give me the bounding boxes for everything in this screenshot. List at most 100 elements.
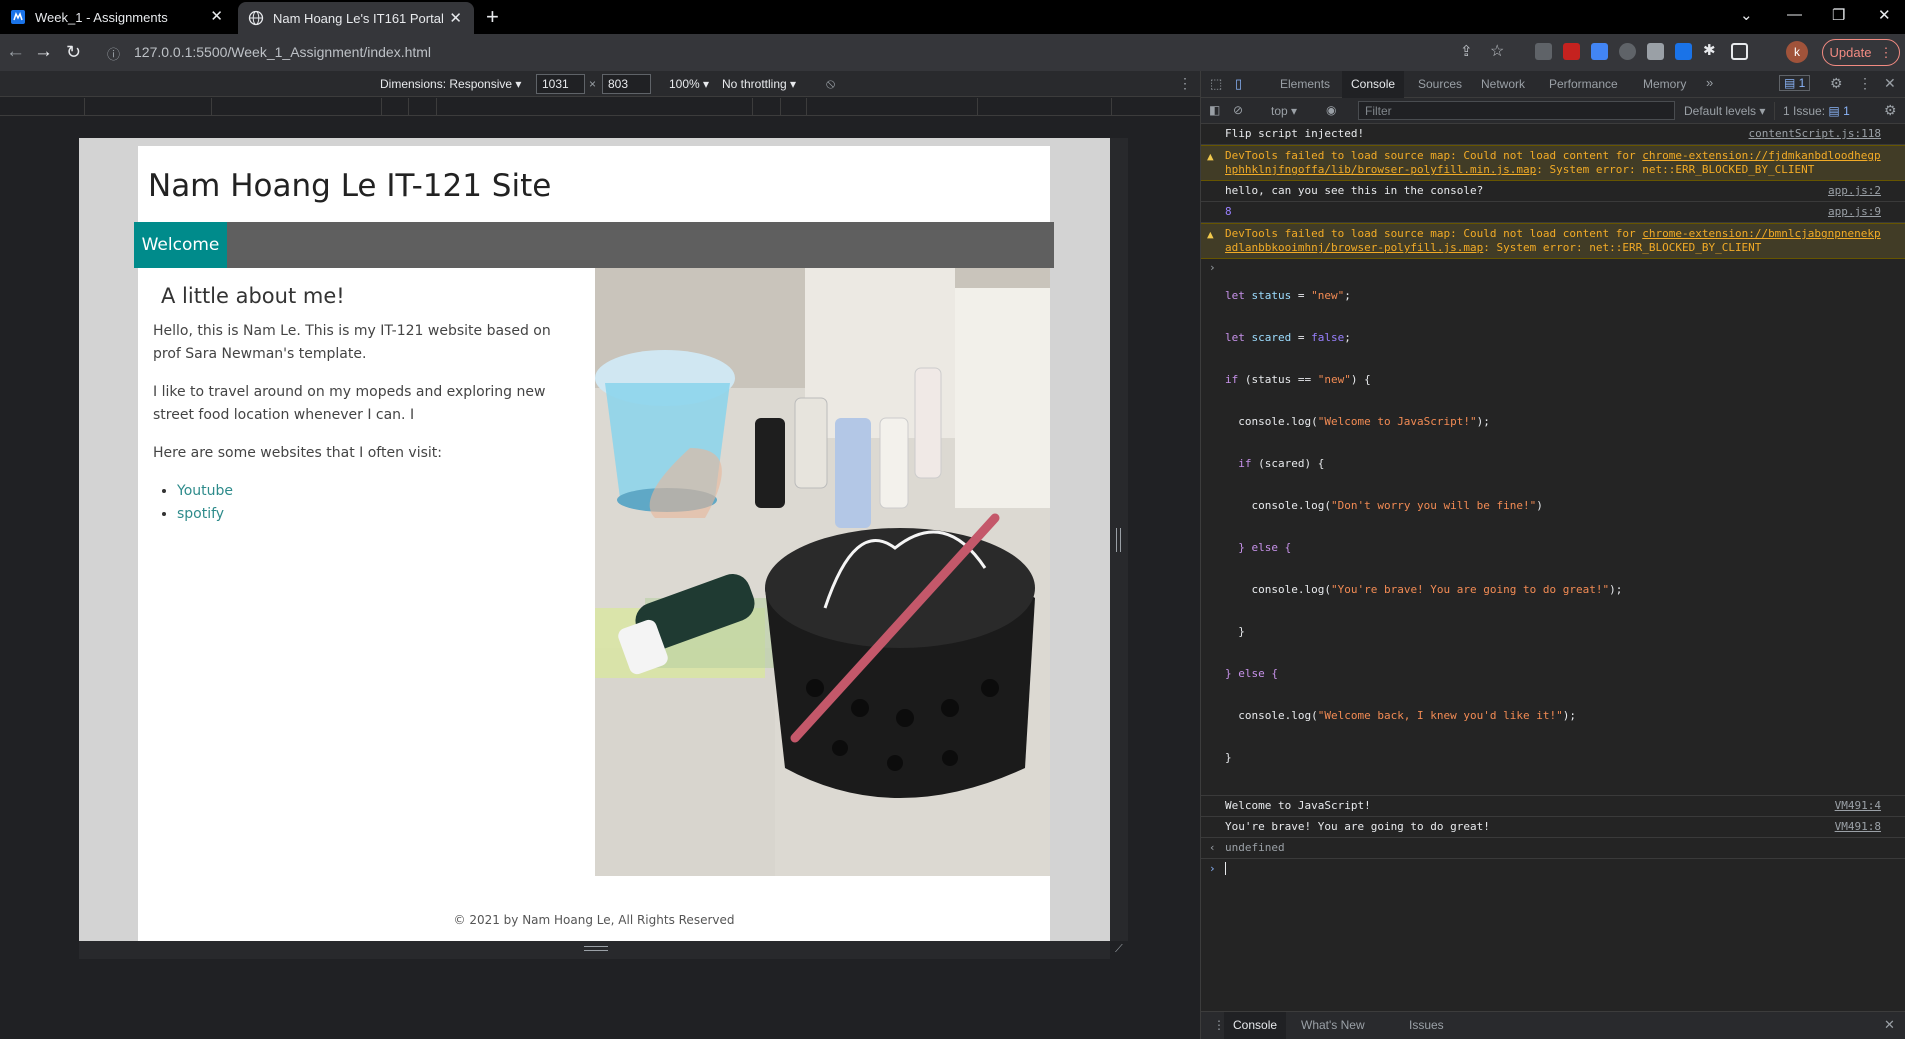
kebab-menu-icon: ⋮ — [1879, 44, 1893, 60]
issues-counter[interactable]: 1 Issue: ▤ 1 — [1774, 102, 1856, 120]
restore-icon[interactable]: ❐ — [1832, 6, 1845, 24]
link-spotify[interactable]: spotify — [177, 506, 224, 522]
tab-strip: Week_1 - Assignments ✕ Nam Hoang Le's IT… — [0, 0, 1905, 34]
update-button[interactable]: Update ⋮ — [1822, 39, 1900, 66]
resize-handle-icon[interactable] — [584, 946, 608, 951]
device-menu-icon[interactable]: ⋮ — [1178, 75, 1192, 92]
source-link[interactable]: app.js:9 — [1828, 205, 1881, 219]
share-icon[interactable]: ⇪ — [1460, 42, 1473, 60]
devtools-drawer: ⋮ Console What's New Issues ✕ — [1201, 1011, 1905, 1039]
close-tab-icon[interactable]: ✕ — [210, 9, 223, 25]
eye-icon[interactable]: ◉ — [1326, 103, 1336, 117]
about-paragraph-3: Here are some websites that I often visi… — [153, 445, 442, 461]
devtools-menu-icon[interactable]: ⋮ — [1858, 75, 1872, 92]
back-icon[interactable]: ← — [6, 41, 25, 63]
tab-sources[interactable]: Sources — [1418, 77, 1462, 91]
sidebar-toggle-icon[interactable]: ◧ — [1209, 103, 1220, 117]
console-message: Flip script injected! contentScript.js:1… — [1201, 124, 1905, 145]
close-devtools-icon[interactable]: ✕ — [1884, 75, 1896, 92]
console-message: You're brave! You are going to do great!… — [1201, 817, 1905, 838]
about-photo — [595, 268, 1050, 876]
device-toggle-icon[interactable]: ▯ — [1235, 76, 1242, 92]
list-item: Youtube — [177, 480, 583, 503]
tab-elements[interactable]: Elements — [1280, 77, 1330, 91]
source-link[interactable]: app.js:2 — [1828, 184, 1881, 198]
devtools-tab-bar: ⬚ ▯ Elements Console Sources Network Per… — [1201, 71, 1905, 98]
close-tab-icon[interactable]: ✕ — [449, 11, 462, 27]
extension-blue-icon[interactable] — [1675, 43, 1692, 60]
nav-welcome-link[interactable]: Welcome — [134, 222, 227, 268]
new-tab-button[interactable]: + — [486, 4, 499, 30]
translate-extension-icon[interactable] — [1591, 43, 1608, 60]
link-youtube[interactable]: Youtube — [177, 483, 233, 499]
resize-handle-icon[interactable] — [1116, 528, 1121, 552]
tab-week1-assignments[interactable]: Week_1 - Assignments ✕ — [0, 0, 235, 34]
code-line: } — [1225, 751, 1232, 764]
tab-performance[interactable]: Performance — [1549, 77, 1618, 91]
console-output: Flip script injected! contentScript.js:1… — [1201, 124, 1905, 879]
links-list: Youtube spotify — [177, 480, 583, 526]
viewport-height-input[interactable]: 803 — [602, 74, 651, 94]
address-bar[interactable]: ⓘ 127.0.0.1:5500/Week_1_Assignment/index… — [96, 39, 1514, 66]
clear-console-icon[interactable]: ⊘ — [1233, 103, 1243, 117]
drawer-tab-whats-new[interactable]: What's New — [1301, 1018, 1365, 1032]
canvas-favicon-icon — [10, 9, 26, 25]
volume-extension-icon[interactable] — [1535, 43, 1552, 60]
code-line: console.log("You're brave! You are going… — [1225, 583, 1623, 596]
code-line: console.log("Don't worry you will be fin… — [1225, 499, 1543, 512]
tab-title: Nam Hoang Le's IT161 Portal We — [273, 10, 443, 26]
more-tabs-icon[interactable]: » — [1706, 75, 1713, 90]
reload-icon[interactable]: ↻ — [66, 41, 81, 63]
source-link[interactable]: VM491:4 — [1835, 799, 1881, 813]
bookmark-star-icon[interactable]: ☆ — [1490, 41, 1504, 61]
console-input-echo: › let status = "new"; let scared = false… — [1201, 259, 1905, 796]
dimensions-select[interactable]: Dimensions: Responsive ▾ — [380, 77, 521, 91]
console-prompt-input[interactable]: › — [1201, 859, 1905, 879]
rotate-icon[interactable]: ⦸ — [826, 75, 835, 92]
code-line: } else { — [1225, 667, 1278, 680]
throttling-select[interactable]: No throttling ▾ — [722, 77, 796, 91]
log-levels-select[interactable]: Default levels ▾ — [1684, 104, 1765, 118]
device-toolbar: Dimensions: Responsive ▾ 1031 × 803 100%… — [0, 71, 1200, 97]
filter-input[interactable]: Filter — [1358, 101, 1675, 120]
inspect-element-icon[interactable]: ⬚ — [1210, 76, 1222, 92]
tab-memory[interactable]: Memory — [1643, 77, 1686, 91]
code-line: console.log("Welcome to JavaScript!"); — [1225, 415, 1490, 428]
tab-console[interactable]: Console — [1342, 71, 1405, 98]
code-line: let scared = false; — [1225, 331, 1351, 344]
close-drawer-icon[interactable]: ✕ — [1884, 1017, 1895, 1033]
tab-nam-portal[interactable]: Nam Hoang Le's IT161 Portal We ✕ — [238, 2, 474, 34]
source-link[interactable]: contentScript.js:118 — [1749, 127, 1881, 141]
close-window-icon[interactable]: ✕ — [1878, 6, 1891, 24]
settings-gear-icon[interactable]: ⚙ — [1830, 75, 1843, 92]
forward-icon[interactable]: → — [34, 41, 53, 63]
source-link[interactable]: VM491:8 — [1835, 820, 1881, 834]
tab-search-chevron-icon[interactable]: ⌄ — [1740, 6, 1753, 24]
site-navbar: Welcome — [134, 222, 1054, 268]
side-panel-icon[interactable] — [1731, 43, 1748, 60]
minimize-icon[interactable]: — — [1787, 6, 1802, 23]
media-query-bar[interactable] — [0, 98, 1200, 116]
about-paragraph-2: I like to travel around on my mopeds and… — [153, 384, 546, 423]
zoom-select[interactable]: 100% ▾ — [669, 77, 709, 91]
shield-extension-icon[interactable] — [1619, 43, 1636, 60]
extension-gray-icon[interactable] — [1647, 43, 1664, 60]
site-info-icon[interactable]: ⓘ — [107, 44, 120, 63]
console-warning: ▲ DevTools failed to load source map: Co… — [1201, 223, 1905, 259]
drawer-tab-issues[interactable]: Issues — [1409, 1018, 1444, 1032]
puzzle-extensions-icon[interactable]: ✱ — [1703, 41, 1720, 59]
console-message: hello, can you see this in the console? … — [1201, 181, 1905, 202]
console-settings-icon[interactable]: ⚙ — [1884, 102, 1897, 119]
warning-icon: ▲ — [1207, 228, 1214, 241]
profile-avatar[interactable]: k — [1786, 41, 1808, 63]
messages-badge[interactable]: ▤ 1 — [1779, 75, 1811, 91]
viewport-width-input[interactable]: 1031 — [536, 74, 585, 94]
drawer-tab-console[interactable]: Console — [1224, 1012, 1287, 1039]
extension-red-icon[interactable] — [1563, 43, 1580, 60]
tab-network[interactable]: Network — [1481, 77, 1525, 91]
code-line: console.log("Welcome back, I knew you'd … — [1225, 709, 1577, 722]
code-line: if (status == "new") { — [1225, 373, 1371, 386]
console-message: Welcome to JavaScript! VM491:4 — [1201, 796, 1905, 817]
context-select[interactable]: top ▾ — [1271, 104, 1297, 118]
corner-resize-icon[interactable]: ⟋ — [1115, 943, 1123, 956]
